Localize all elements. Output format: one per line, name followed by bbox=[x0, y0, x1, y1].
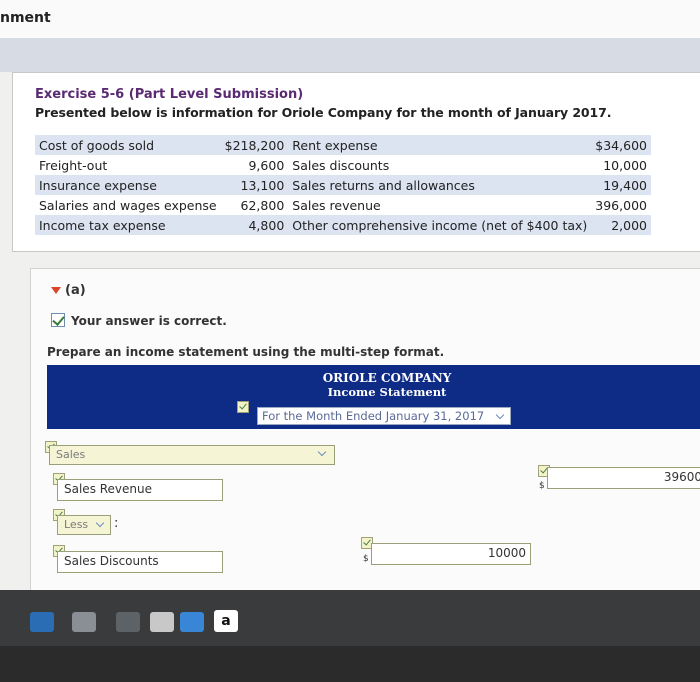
table-row: Cost of goods sold $218,200 Rent expense… bbox=[35, 135, 651, 155]
table-cell-label: Other comprehensive income (net of $400 … bbox=[288, 215, 592, 235]
table-cell-label: Freight-out bbox=[35, 155, 221, 175]
taskbar-strip: a bbox=[0, 590, 700, 646]
table-cell-value: 396,000 bbox=[591, 195, 651, 215]
table-cell-value: 62,800 bbox=[220, 195, 289, 215]
table-cell-value: 19,400 bbox=[591, 175, 651, 195]
table-cell-label: Sales returns and allowances bbox=[288, 175, 592, 195]
screen: nment Exercise 5-6 (Part Level Submissio… bbox=[0, 0, 700, 590]
company-name: ORIOLE COMPANY bbox=[322, 371, 452, 385]
a-app-icon[interactable]: a bbox=[214, 610, 238, 632]
feedback-text: Your answer is correct. bbox=[71, 314, 227, 328]
page-heading: nment bbox=[0, 10, 51, 26]
dollar-sign: $ bbox=[363, 554, 369, 564]
instructions: Prepare an income statement using the mu… bbox=[47, 345, 445, 359]
table-cell-value: 9,600 bbox=[220, 155, 289, 175]
period-select[interactable]: For the Month Ended January 31, 2017 bbox=[257, 407, 511, 425]
data-table: Cost of goods sold $218,200 Rent expense… bbox=[35, 135, 651, 235]
less-select-value: Less bbox=[64, 518, 89, 531]
check-icon bbox=[237, 401, 249, 413]
table-cell-label: Insurance expense bbox=[35, 175, 221, 195]
sales-discounts-field[interactable]: Sales Discounts bbox=[57, 551, 223, 573]
top-bar: nment bbox=[0, 0, 700, 38]
less-colon: : bbox=[114, 516, 119, 531]
table-cell-label: Salaries and wages expense bbox=[35, 195, 221, 215]
collapse-triangle-icon[interactable] bbox=[51, 287, 61, 294]
sales-discounts-label: Sales Discounts bbox=[64, 554, 159, 568]
sales-select[interactable]: Sales bbox=[49, 445, 335, 465]
table-cell-value: 2,000 bbox=[591, 215, 651, 235]
table-cell-label: Income tax expense bbox=[35, 215, 221, 235]
part-label: (a) bbox=[65, 283, 86, 298]
sales-revenue-field[interactable]: Sales Revenue bbox=[57, 479, 223, 501]
period-select-value: For the Month Ended January 31, 2017 bbox=[262, 409, 485, 423]
nav-band bbox=[0, 38, 700, 72]
table-cell-value: 10,000 bbox=[591, 155, 651, 175]
correct-check-icon bbox=[51, 313, 65, 327]
sales-select-value: Sales bbox=[56, 448, 86, 461]
sales-revenue-amount-input[interactable]: 39600 bbox=[547, 467, 700, 489]
part-a-panel: (a) Your answer is correct. Prepare an i… bbox=[30, 268, 700, 590]
table-cell-value: $218,200 bbox=[220, 135, 289, 155]
table-row: Freight-out 9,600 Sales discounts 10,000 bbox=[35, 155, 651, 175]
dropbox-icon[interactable] bbox=[180, 612, 204, 632]
table-cell-value: 13,100 bbox=[220, 175, 289, 195]
table-row: Insurance expense 13,100 Sales returns a… bbox=[35, 175, 651, 195]
table-row: Salaries and wages expense 62,800 Sales … bbox=[35, 195, 651, 215]
statement-header: ORIOLE COMPANY Income Statement For the … bbox=[47, 365, 700, 429]
app-icon[interactable] bbox=[30, 612, 54, 632]
table-cell-value: $34,600 bbox=[591, 135, 651, 155]
dollar-sign: $ bbox=[539, 481, 545, 491]
sales-discounts-amount-input[interactable]: 10000 bbox=[371, 543, 531, 565]
statement-name: Income Statement bbox=[327, 385, 447, 399]
table-cell-label: Rent expense bbox=[288, 135, 592, 155]
folder-icon[interactable] bbox=[72, 612, 96, 632]
table-cell-label: Sales discounts bbox=[288, 155, 592, 175]
table-cell-label: Cost of goods sold bbox=[35, 135, 221, 155]
table-row: Income tax expense 4,800 Other comprehen… bbox=[35, 215, 651, 235]
lock-icon[interactable] bbox=[150, 612, 174, 632]
sales-revenue-label: Sales Revenue bbox=[64, 482, 153, 496]
exercise-title: Exercise 5-6 (Part Level Submission) bbox=[35, 87, 304, 102]
sales-revenue-amount: 39600 bbox=[663, 470, 700, 484]
calculator-icon[interactable] bbox=[116, 612, 140, 632]
less-select[interactable]: Less bbox=[57, 515, 111, 535]
exercise-card: Exercise 5-6 (Part Level Submission) Pre… bbox=[12, 72, 700, 252]
table-cell-value: 4,800 bbox=[220, 215, 289, 235]
sales-discounts-amount: 10000 bbox=[487, 546, 526, 560]
taskbar: a bbox=[0, 590, 700, 682]
exercise-description: Presented below is information for Oriol… bbox=[35, 105, 612, 120]
table-cell-label: Sales revenue bbox=[288, 195, 592, 215]
